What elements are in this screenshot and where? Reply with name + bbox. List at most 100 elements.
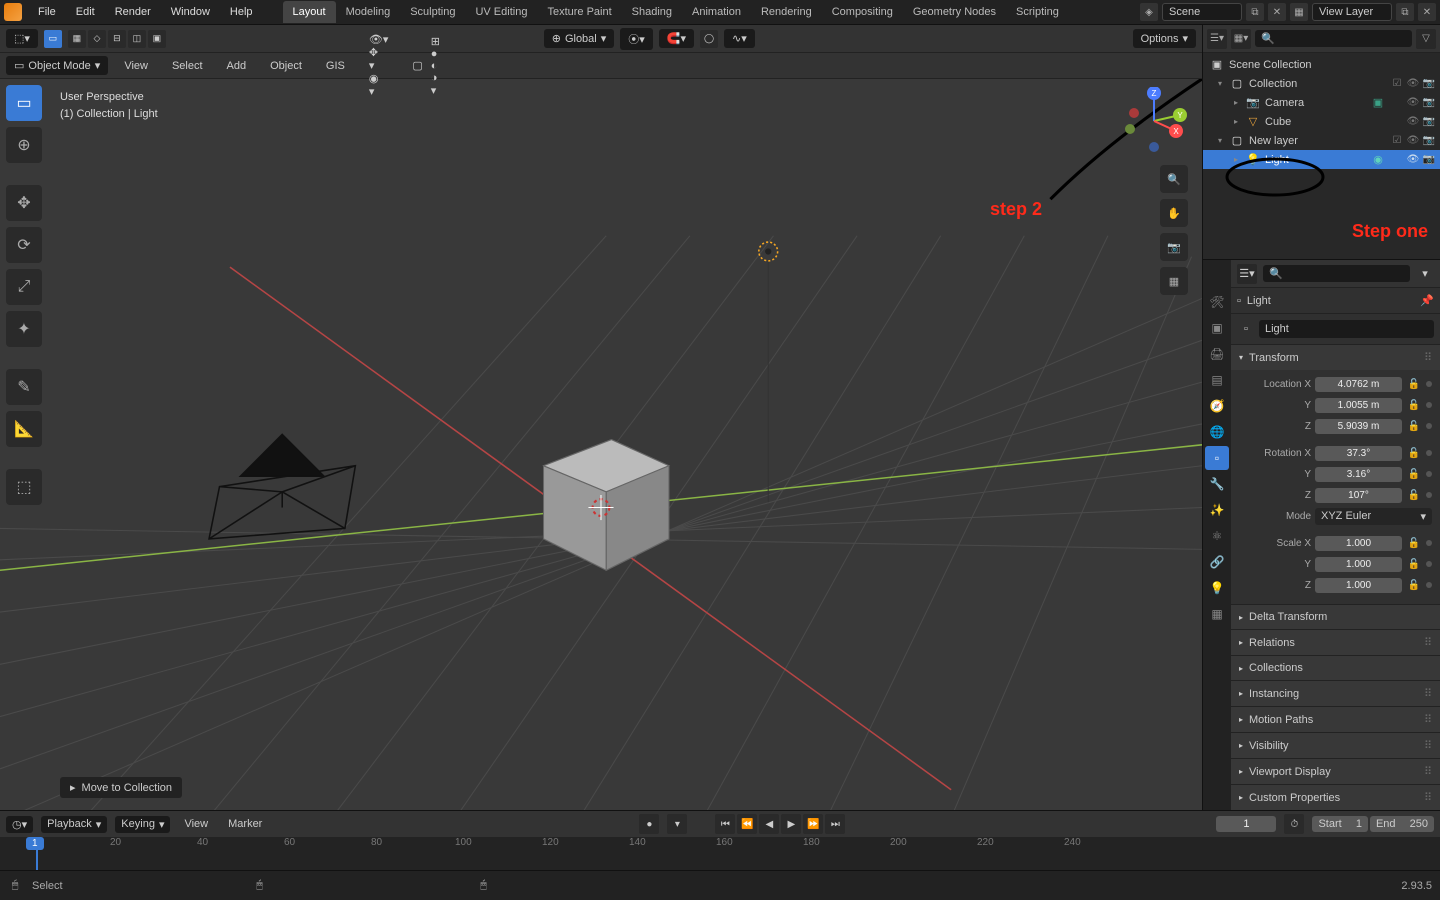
props-type-dropdown[interactable]: ☰▾ [1237, 264, 1257, 284]
tool-transform[interactable]: ✦ [6, 311, 42, 347]
outliner-display-dropdown[interactable]: ▦▾ [1231, 29, 1251, 49]
location-y-field[interactable]: 1.0055 m [1315, 398, 1402, 413]
shading-matprev-icon[interactable]: ◐ [431, 60, 440, 72]
autokey-dropdown[interactable]: ▾ [667, 814, 687, 834]
autokey-toggle[interactable]: ● [639, 814, 659, 834]
tree-row-cube[interactable]: ▸ ▽ Cube 👁📷 [1203, 112, 1440, 131]
jump-start-icon[interactable]: ⏮ [715, 814, 735, 834]
lock-icon[interactable]: 🔓 [1406, 400, 1422, 411]
keyframe-dot[interactable] [1426, 423, 1432, 429]
rotation-y-field[interactable]: 3.16° [1315, 467, 1402, 482]
tool-measure[interactable]: 📐 [6, 411, 42, 447]
shading-wireframe-icon[interactable]: ⊞ [431, 35, 440, 48]
snap-dropdown[interactable]: 🧲▾ [659, 29, 694, 48]
viewlayer-name-field[interactable]: View Layer [1312, 3, 1392, 21]
tool-annotate[interactable]: ✎ [6, 369, 42, 405]
keyframe-dot[interactable] [1426, 381, 1432, 387]
location-z-field[interactable]: 5.9039 m [1315, 419, 1402, 434]
viewport-menu-select[interactable]: Select [164, 57, 211, 75]
panel-head-instancing[interactable]: ▸Instancing⠿ [1231, 681, 1440, 706]
tab-geometrynodes[interactable]: Geometry Nodes [903, 1, 1006, 23]
panel-menu-icon[interactable]: ⠿ [1424, 713, 1432, 726]
snap-edge-icon[interactable]: ⊟ [108, 30, 126, 48]
tab-rendering[interactable]: Rendering [751, 1, 822, 23]
last-operator-panel[interactable]: ▸ Move to Collection [60, 777, 182, 798]
pan-icon[interactable]: ✋ [1160, 199, 1188, 227]
scene-browse-icon[interactable]: ◈ [1140, 3, 1158, 21]
tree-row-new-layer[interactable]: ▾ ▢ New layer ☑👁📷 [1203, 131, 1440, 150]
disclosure-icon[interactable]: ▸ [1231, 98, 1241, 107]
scene-new-icon[interactable]: ⧉ [1246, 3, 1264, 21]
panel-menu-icon[interactable]: ⠿ [1424, 739, 1432, 752]
outliner-filter-icon[interactable]: ▽ [1416, 29, 1436, 49]
viewlayer-new-icon[interactable]: ⧉ [1396, 3, 1414, 21]
timeline-type-dropdown[interactable]: ◷▾ [6, 816, 33, 833]
snap-vert-icon[interactable]: ◇ [88, 30, 106, 48]
gizmo-dropdown-icon[interactable]: ▾ [369, 59, 389, 72]
scene-delete-icon[interactable]: ✕ [1268, 3, 1286, 21]
props-tab-viewlayer[interactable]: ▤ [1205, 368, 1229, 392]
viewport-menu-add[interactable]: Add [219, 57, 255, 75]
tool-scale[interactable]: ⤢ [6, 269, 42, 305]
xray-toggle-icon[interactable]: ▢ [412, 59, 422, 72]
preview-range-icon[interactable]: ⏱ [1284, 814, 1304, 834]
play-icon[interactable]: ▶ [781, 814, 801, 834]
panel-head-delta-transform[interactable]: ▸Delta Transform [1231, 605, 1440, 629]
tab-texturepaint[interactable]: Texture Paint [537, 1, 621, 23]
tree-row-scene-collection[interactable]: ▣ Scene Collection [1203, 55, 1440, 74]
disclosure-icon[interactable]: ▾ [1215, 136, 1225, 145]
props-tab-particles[interactable]: ✨ [1205, 498, 1229, 522]
lock-icon[interactable]: 🔓 [1406, 448, 1422, 459]
select-tool-icon[interactable]: ▭ [44, 30, 62, 48]
props-tab-texture[interactable]: ▦ [1205, 602, 1229, 626]
lock-icon[interactable]: 🔓 [1406, 538, 1422, 549]
props-tab-tool[interactable]: 🛠 [1205, 290, 1229, 314]
panel-menu-icon[interactable]: ⠿ [1424, 687, 1432, 700]
snap-face-icon[interactable]: ◫ [128, 30, 146, 48]
props-tab-data[interactable]: 💡 [1205, 576, 1229, 600]
menu-render[interactable]: Render [105, 2, 161, 22]
visibility-dropdown-icon[interactable]: 👁▾ [369, 33, 389, 46]
lock-icon[interactable]: 🔓 [1406, 469, 1422, 480]
keyframe-dot[interactable] [1426, 540, 1432, 546]
viewport-menu-view[interactable]: View [116, 57, 156, 75]
panel-menu-icon[interactable]: ⠿ [1424, 636, 1432, 649]
keyframe-dot[interactable] [1426, 582, 1432, 588]
tab-animation[interactable]: Animation [682, 1, 751, 23]
tool-select-box[interactable]: ▭ [6, 85, 42, 121]
props-tab-output[interactable]: 🖨 [1205, 342, 1229, 366]
keyframe-dot[interactable] [1426, 492, 1432, 498]
keyframe-dot[interactable] [1426, 402, 1432, 408]
outliner-type-dropdown[interactable]: ☰▾ [1207, 29, 1227, 49]
viewport-canvas[interactable] [0, 79, 1202, 810]
tree-row-camera[interactable]: ▸ 📷 Camera ▣ 👁📷 [1203, 93, 1440, 112]
rotation-x-field[interactable]: 37.3° [1315, 446, 1402, 461]
tab-uv[interactable]: UV Editing [465, 1, 537, 23]
props-tab-constraints[interactable]: 🔗 [1205, 550, 1229, 574]
options-dropdown[interactable]: Options ▾ [1133, 29, 1196, 48]
lock-icon[interactable]: 🔓 [1406, 421, 1422, 432]
rotation-z-field[interactable]: 107° [1315, 488, 1402, 503]
outliner-search[interactable]: 🔍 [1255, 30, 1412, 47]
viewport-menu-gis[interactable]: GIS [318, 57, 353, 75]
pin-icon[interactable]: 📌 [1420, 294, 1434, 307]
play-reverse-icon[interactable]: ◀ [759, 814, 779, 834]
props-tab-modifiers[interactable]: 🔧 [1205, 472, 1229, 496]
tree-row-collection[interactable]: ▾ ▢ Collection ☑👁📷 [1203, 74, 1440, 93]
outliner-tree[interactable]: ▣ Scene Collection ▾ ▢ Collection ☑👁📷 ▸ … [1203, 53, 1440, 259]
pivot-dropdown[interactable]: ⦿▾ [620, 28, 653, 50]
panel-head-custom-properties[interactable]: ▸Custom Properties⠿ [1231, 785, 1440, 810]
keyframe-dot[interactable] [1426, 450, 1432, 456]
keyframe-dot[interactable] [1426, 561, 1432, 567]
lock-icon[interactable]: 🔓 [1406, 580, 1422, 591]
disclosure-icon[interactable]: ▾ [1215, 79, 1225, 88]
panel-head-relations[interactable]: ▸Relations⠿ [1231, 630, 1440, 655]
tab-scripting[interactable]: Scripting [1006, 1, 1069, 23]
timeline-track[interactable]: 1 20 40 60 80 100 120 140 160 180 200 22… [0, 837, 1440, 870]
disclosure-icon[interactable]: ▸ [1231, 155, 1241, 164]
lock-icon[interactable]: 🔓 [1406, 379, 1422, 390]
keying-dropdown[interactable]: Keying▾ [115, 816, 170, 833]
props-tab-render[interactable]: ▣ [1205, 316, 1229, 340]
props-search[interactable]: 🔍 [1263, 265, 1410, 282]
3d-viewport[interactable]: User Perspective (1) Collection | Light … [0, 79, 1202, 810]
